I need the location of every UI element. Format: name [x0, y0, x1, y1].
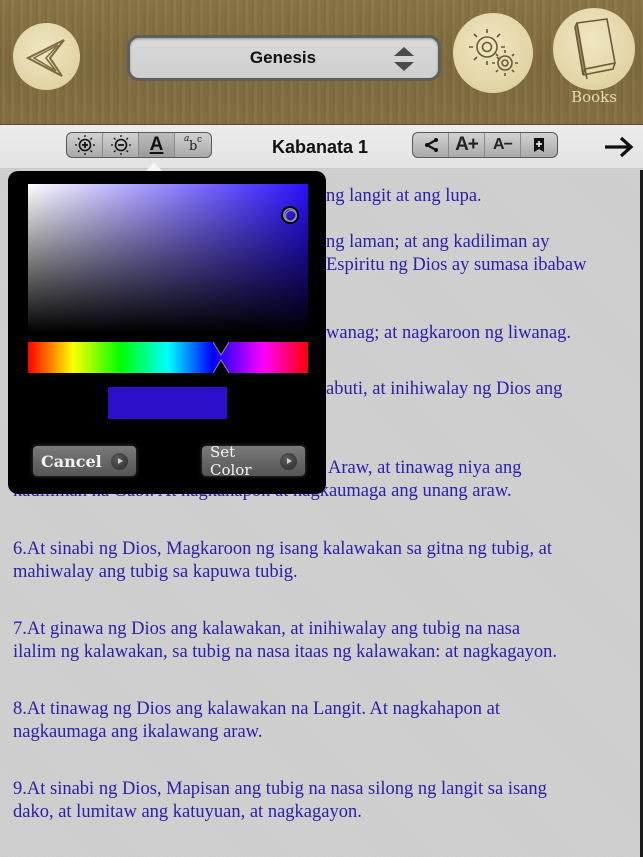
books-label: Books [571, 88, 617, 106]
verse: ng laman; at ang kadiliman ay Espiritu n… [326, 232, 587, 275]
saturation-brightness-area[interactable] [28, 184, 308, 333]
back-button[interactable] [13, 23, 80, 90]
arrow-right-icon [605, 136, 634, 158]
verse: ng langit at ang lupa. [326, 186, 482, 206]
share-button[interactable] [413, 133, 449, 157]
hue-slider[interactable] [28, 342, 308, 373]
verse: 9.At sinabi ng Dios, Mapisan ang tubig n… [13, 779, 547, 822]
selected-color-preview [108, 387, 227, 419]
play-icon [111, 452, 128, 470]
verse: 7.At ginawa ng Dios ang kalawakan, at in… [13, 619, 558, 662]
font-decrease-icon: A− [493, 136, 513, 153]
bookmark-add-icon [534, 138, 544, 152]
font-decrease-button[interactable]: A− [485, 133, 521, 157]
verse: 8.At tinawag ng Dios ang kalawakan na La… [13, 699, 501, 742]
share-icon [424, 138, 438, 152]
chapter-title: Kabanata 1 [271, 137, 369, 157]
play-icon [280, 452, 297, 470]
set-color-button[interactable]: Set Color [202, 443, 305, 479]
verse: 6.At sinabi ng Dios, Magkaroon ng isang … [13, 539, 552, 582]
color-target-handle[interactable] [281, 206, 299, 224]
hue-slider-handle[interactable] [213, 342, 229, 373]
popover-pointer [146, 162, 162, 171]
next-chapter-button[interactable] [602, 133, 636, 161]
book-icon [574, 18, 616, 80]
settings-button[interactable] [453, 13, 533, 93]
reading-actions-group: A+ A− [412, 132, 558, 158]
cancel-button[interactable]: Cancel [33, 446, 136, 476]
bookmark-button[interactable] [521, 133, 557, 157]
reader-toolbar: A a b c Kabanata 1 A+ A− [0, 125, 643, 169]
brightness-minus-icon [110, 135, 131, 155]
book-selector[interactable]: Genesis [127, 35, 441, 81]
brightness-up-button[interactable] [67, 133, 103, 157]
text-color-icon: A [149, 134, 164, 155]
font-increase-button[interactable]: A+ [449, 133, 485, 157]
font-style-icon: a b c [184, 134, 203, 154]
back-arrow-icon [25, 38, 65, 77]
top-header: Genesis Books [0, 0, 643, 125]
color-picker-popover: Cancel Set Color [8, 171, 326, 494]
books-button[interactable] [553, 8, 635, 90]
font-increase-icon: A+ [455, 134, 479, 155]
gears-icon [469, 29, 518, 76]
text-color-button[interactable]: A [139, 133, 175, 157]
verse: abuti, at inihiwalay ng Dios ang [326, 379, 563, 399]
verse: wanag; at nagkaroon ng liwanag. [326, 323, 572, 343]
brightness-plus-icon [74, 135, 95, 155]
set-color-label: Set Color [210, 443, 252, 479]
cancel-label: Cancel [41, 451, 102, 471]
font-style-button[interactable]: a b c [175, 133, 211, 157]
up-down-icon [394, 47, 414, 71]
display-controls-group: A a b c [66, 132, 212, 158]
brightness-down-button[interactable] [103, 133, 139, 157]
